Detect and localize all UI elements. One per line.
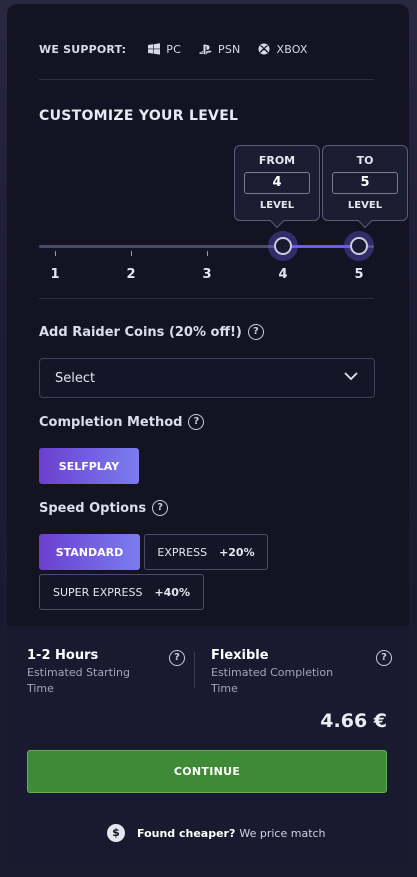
- dollar-icon: $: [107, 824, 125, 842]
- express-pct: +20%: [219, 545, 255, 559]
- selfplay-button[interactable]: SELFPLAY: [39, 448, 139, 484]
- super-express-label: SUPER EXPRESS: [53, 585, 143, 599]
- platform-support-row: WE SUPPORT: PC PSN XBOX: [39, 41, 326, 57]
- tooltip-arrow: [357, 213, 373, 229]
- estimated-completion-caption: Estimated Completion Time: [211, 666, 334, 695]
- tick-label-1: 1: [50, 267, 60, 282]
- from-level-caption: LEVEL: [259, 200, 295, 211]
- slider-tick: [207, 251, 208, 256]
- from-level-thumb[interactable]: [274, 237, 292, 255]
- platform-psn-label: PSN: [218, 42, 241, 56]
- from-level-tooltip: FROM 4 LEVEL: [234, 145, 320, 229]
- select-value: Select: [55, 370, 96, 386]
- estimated-completion: Flexible Estimated Completion Time: [211, 648, 381, 697]
- tooltip-arrow: [269, 213, 285, 229]
- tick-label-2: 2: [126, 267, 136, 282]
- help-icon[interactable]: ?: [247, 324, 264, 340]
- windows-icon: [148, 43, 161, 55]
- to-level-value[interactable]: 5: [332, 172, 398, 194]
- total-price: 4.66 €: [320, 710, 387, 732]
- to-level-tooltip: TO 5 LEVEL: [322, 145, 408, 229]
- estimated-completion-value: Flexible: [211, 648, 269, 663]
- express-label: EXPRESS: [157, 545, 208, 559]
- completion-method-label: Completion Method ?: [39, 414, 205, 430]
- section-title: CUSTOMIZE YOUR LEVEL: [39, 108, 239, 124]
- to-label: TO: [356, 154, 374, 167]
- price-match-notice[interactable]: $ Found cheaper? We price match: [107, 824, 326, 842]
- help-icon[interactable]: ?: [169, 650, 185, 666]
- help-icon[interactable]: ?: [376, 650, 392, 666]
- completion-method-text: Completion Method: [39, 414, 183, 430]
- xbox-icon: [258, 43, 270, 55]
- speed-options-label: Speed Options ?: [39, 500, 169, 516]
- super-express-pct: +40%: [154, 585, 190, 599]
- to-level-caption: LEVEL: [347, 200, 383, 211]
- help-icon[interactable]: ?: [188, 414, 205, 430]
- continue-button[interactable]: CONTINUE: [27, 750, 387, 793]
- estimated-start-caption: Estimated Starting Time: [27, 666, 130, 695]
- support-label: WE SUPPORT:: [39, 42, 127, 56]
- standard-speed-button[interactable]: STANDARD: [39, 534, 140, 570]
- platform-xbox-label: XBOX: [276, 42, 308, 56]
- super-express-speed-button[interactable]: SUPER EXPRESS +40%: [39, 574, 204, 610]
- slider-tick: [131, 251, 132, 256]
- platform-pc: PC: [148, 43, 181, 56]
- price-match-question: Found cheaper?: [137, 826, 236, 840]
- order-panel: WE SUPPORT: PC PSN XBOX CUSTOMIZE YOUR L…: [7, 4, 409, 868]
- raider-coins-label: Add Raider Coins (20% off!) ?: [39, 324, 264, 340]
- playstation-icon: [199, 44, 212, 55]
- platform-psn: PSN: [199, 43, 240, 56]
- tick-label-4: 4: [278, 267, 288, 282]
- platform-pc-label: PC: [166, 42, 182, 56]
- divider: [39, 79, 374, 80]
- price-match-text: We price match: [239, 826, 326, 840]
- help-icon[interactable]: ?: [152, 500, 169, 516]
- chevron-down-icon: [344, 372, 358, 381]
- from-level-value[interactable]: 4: [244, 172, 310, 194]
- divider: [39, 298, 374, 299]
- platform-xbox: XBOX: [258, 43, 307, 56]
- raider-coins-text: Add Raider Coins (20% off!): [39, 324, 242, 340]
- to-level-thumb[interactable]: [350, 237, 368, 255]
- from-label: FROM: [258, 154, 296, 167]
- tick-label-3: 3: [202, 267, 212, 282]
- tick-label-5: 5: [354, 267, 364, 282]
- raider-coins-select[interactable]: Select: [39, 358, 375, 398]
- express-speed-button[interactable]: EXPRESS +20%: [144, 534, 268, 570]
- divider: [194, 652, 195, 688]
- slider-tick: [55, 251, 56, 256]
- speed-options-text: Speed Options: [39, 500, 147, 516]
